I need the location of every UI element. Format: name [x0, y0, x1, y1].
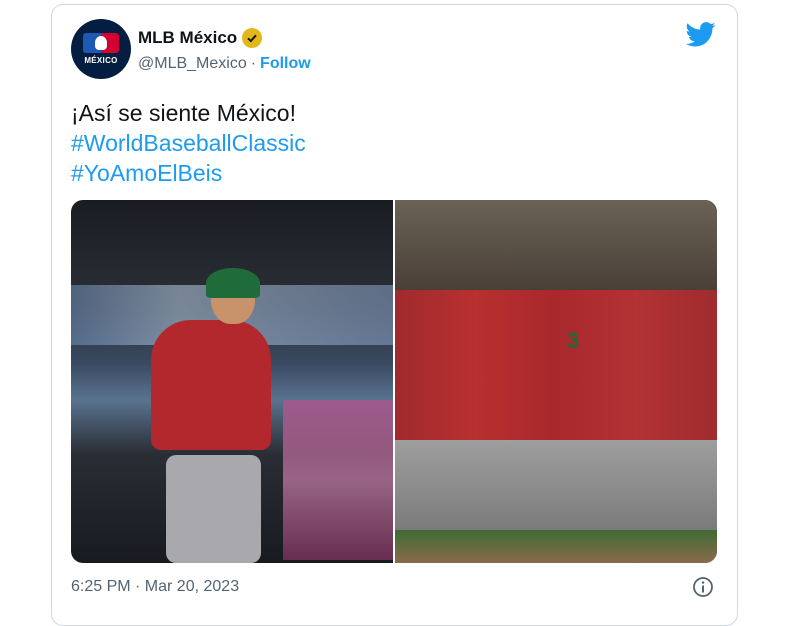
follow-button[interactable]: Follow: [260, 55, 311, 73]
tweet-card[interactable]: MÉXICO MLB México @MLB_Mexico · Follow ¡…: [51, 4, 738, 626]
jersey-number: 3: [567, 328, 580, 353]
hashtag-world-baseball-classic[interactable]: #WorldBaseballClassic: [71, 128, 306, 158]
twitter-bird-icon[interactable]: [686, 22, 716, 47]
tweet-timestamp[interactable]: 6:25 PM · Mar 20, 2023: [71, 578, 239, 596]
photo-team-celebration[interactable]: 3: [395, 200, 717, 563]
info-icon[interactable]: [692, 576, 714, 598]
profile-avatar[interactable]: MÉXICO: [71, 19, 131, 79]
tweet-text-line: ¡Así se siente México!: [71, 100, 296, 126]
avatar-label: MÉXICO: [84, 56, 118, 65]
verified-badge-icon: [242, 28, 263, 48]
author-handle-row: @MLB_Mexico · Follow: [138, 55, 311, 73]
mlb-logo-icon: [83, 33, 119, 53]
author-name-row: MLB México: [138, 28, 263, 48]
handle[interactable]: @MLB_Mexico: [138, 55, 247, 73]
photo-player-celebrating[interactable]: [71, 200, 393, 563]
hashtag-yo-amo-el-beis[interactable]: #YoAmoElBeis: [71, 158, 306, 188]
tweet-media: 3: [71, 200, 717, 563]
tweet-text: ¡Así se siente México! #WorldBaseballCla…: [71, 98, 306, 188]
separator-dot: ·: [250, 55, 257, 72]
display-name[interactable]: MLB México: [138, 28, 237, 48]
